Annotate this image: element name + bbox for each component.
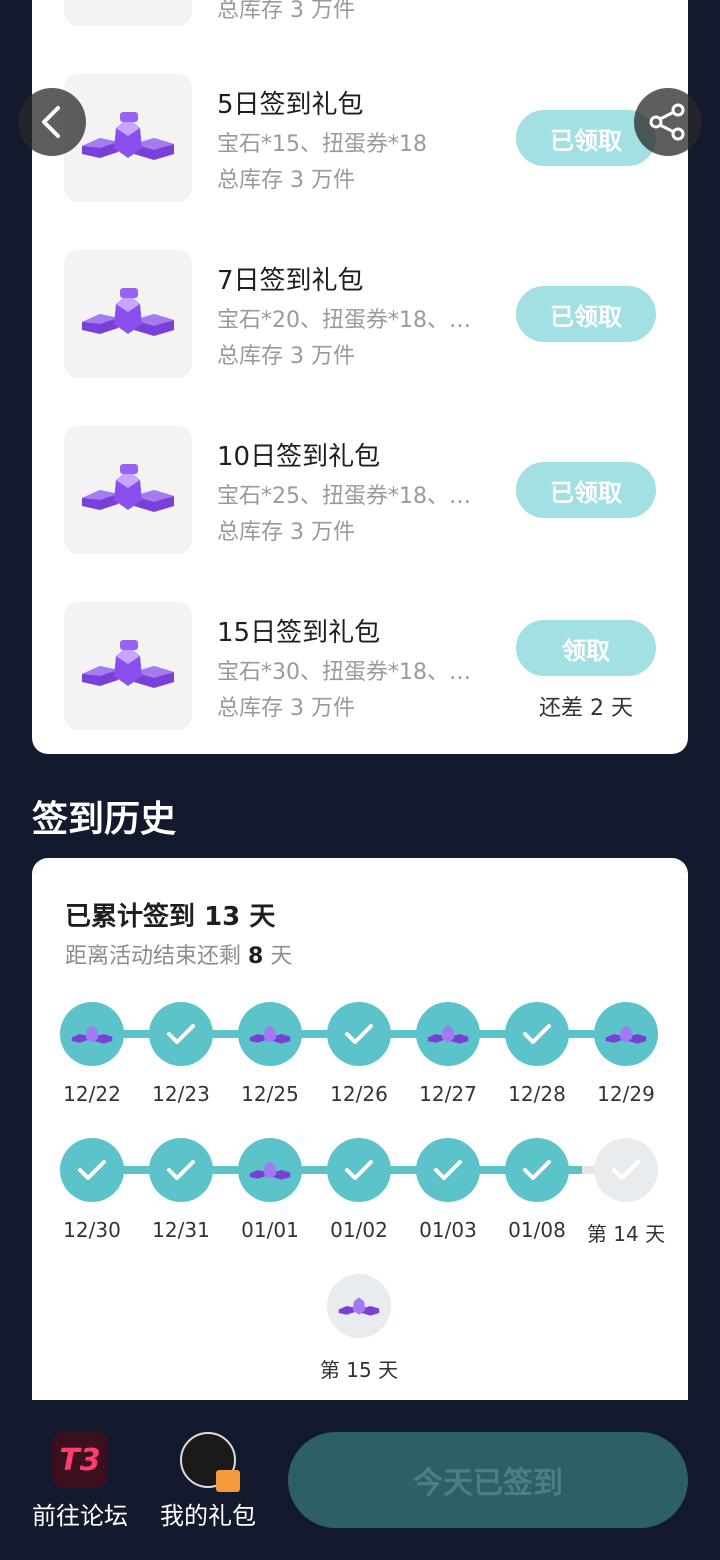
day-date: 12/26 <box>330 1082 388 1106</box>
reward-stock: 总库存 3 万件 <box>217 168 355 193</box>
day-node <box>60 1002 124 1066</box>
reward-title: 5日签到礼包 <box>217 90 364 120</box>
day-date: 12/31 <box>152 1218 210 1242</box>
day-node <box>60 1138 124 1202</box>
gem-pack-icon <box>64 602 192 730</box>
day-date: 第 14 天 <box>586 1222 666 1246</box>
day-date: 12/22 <box>63 1082 121 1106</box>
history-card: 已累计签到 13 天 距离活动结束还剩 8 天 12/22 12/23 12/2… <box>32 858 688 1418</box>
day-node-future <box>594 1138 658 1202</box>
avatar <box>180 1432 240 1492</box>
day-date: 12/27 <box>419 1082 477 1106</box>
day-date: 01/01 <box>241 1218 299 1242</box>
check-icon <box>78 1160 106 1180</box>
day-date: 01/08 <box>508 1218 566 1242</box>
forum-link[interactable]: T3 前往论坛 <box>25 1432 135 1531</box>
check-icon <box>434 1160 462 1180</box>
reward-desc: 宝石*30、扭蛋券*18、… <box>217 660 471 685</box>
chevron-left-icon <box>42 106 60 138</box>
day-node <box>416 1138 480 1202</box>
day-date: 12/30 <box>63 1218 121 1242</box>
days-remaining: 距离活动结束还剩 8 天 <box>65 944 293 969</box>
reward-row-10-day: 10日签到礼包 宝石*25、扭蛋券*18、… 总库存 3 万件 已领取 <box>32 426 688 554</box>
day-date: 12/28 <box>508 1082 566 1106</box>
day-node <box>416 1002 480 1066</box>
check-icon <box>345 1160 373 1180</box>
day-date: 12/23 <box>152 1082 210 1106</box>
forum-label: 前往论坛 <box>32 1502 128 1530</box>
gem-pack-icon <box>64 426 192 554</box>
reward-title: 15日签到礼包 <box>217 618 381 648</box>
reward-list-card: 总库存 3 万件 5日签到礼包 宝石*15、扭蛋券*18 总库存 3 万件 已领… <box>32 0 688 754</box>
reward-row-7-day: 7日签到礼包 宝石*20、扭蛋券*18、… 总库存 3 万件 已领取 <box>32 250 688 378</box>
history-section-title: 签到历史 <box>32 799 177 840</box>
gem-pack-icon <box>64 250 192 378</box>
day-node <box>327 1138 391 1202</box>
back-button[interactable] <box>18 88 86 156</box>
reward-stock: 总库存 3 万件 <box>217 344 355 369</box>
day-date: 12/29 <box>597 1082 655 1106</box>
bottom-bar: T3 前往论坛 我的礼包 今天已签到 <box>0 1400 720 1560</box>
reward-desc: 宝石*15、扭蛋券*18 <box>217 132 427 157</box>
claimed-button[interactable]: 已领取 <box>516 286 656 342</box>
day-node <box>149 1138 213 1202</box>
check-icon <box>523 1160 551 1180</box>
day-node <box>505 1002 569 1066</box>
share-button[interactable] <box>634 88 702 156</box>
total-signins: 已累计签到 13 天 <box>65 902 276 932</box>
reward-stock: 总库存 3 万件 <box>217 696 355 721</box>
check-icon <box>167 1024 195 1044</box>
reward-row-15-day: 15日签到礼包 宝石*30、扭蛋券*18、… 总库存 3 万件 领取 还差 2 … <box>32 602 688 730</box>
reward-title: 10日签到礼包 <box>217 442 381 472</box>
day-node <box>149 1002 213 1066</box>
day-date: 第 15 天 <box>319 1358 399 1382</box>
reward-title: 7日签到礼包 <box>217 266 364 296</box>
day-node <box>594 1002 658 1066</box>
reward-thumbnail <box>64 0 192 26</box>
check-icon <box>612 1160 640 1180</box>
check-icon <box>167 1160 195 1180</box>
gem-pack-icon <box>64 74 192 202</box>
day-node <box>505 1138 569 1202</box>
claimed-button[interactable]: 已领取 <box>516 462 656 518</box>
reward-desc: 宝石*25、扭蛋券*18、… <box>217 484 471 509</box>
share-icon <box>649 103 685 141</box>
day-date: 12/25 <box>241 1082 299 1106</box>
gift-icon <box>216 1470 240 1492</box>
day-node <box>327 1002 391 1066</box>
claim-button[interactable]: 领取 <box>516 620 656 676</box>
day-date: 01/03 <box>419 1218 477 1242</box>
reward-stock: 总库存 3 万件 <box>217 0 355 23</box>
check-icon <box>345 1024 373 1044</box>
days-remaining-note: 还差 2 天 <box>539 696 633 721</box>
day-node <box>238 1002 302 1066</box>
my-gifts-link[interactable]: 我的礼包 <box>153 1432 263 1531</box>
t3-logo-icon: T3 <box>52 1432 108 1488</box>
day-node <box>238 1138 302 1202</box>
my-gifts-label: 我的礼包 <box>160 1502 256 1530</box>
reward-row-5-day: 5日签到礼包 宝石*15、扭蛋券*18 总库存 3 万件 已领取 <box>32 74 688 202</box>
day-date: 01/02 <box>330 1218 388 1242</box>
reward-desc: 宝石*20、扭蛋券*18、… <box>217 308 471 333</box>
check-icon <box>523 1024 551 1044</box>
reward-stock: 总库存 3 万件 <box>217 520 355 545</box>
day-node-future <box>327 1274 391 1338</box>
signed-today-button[interactable]: 今天已签到 <box>288 1432 688 1528</box>
